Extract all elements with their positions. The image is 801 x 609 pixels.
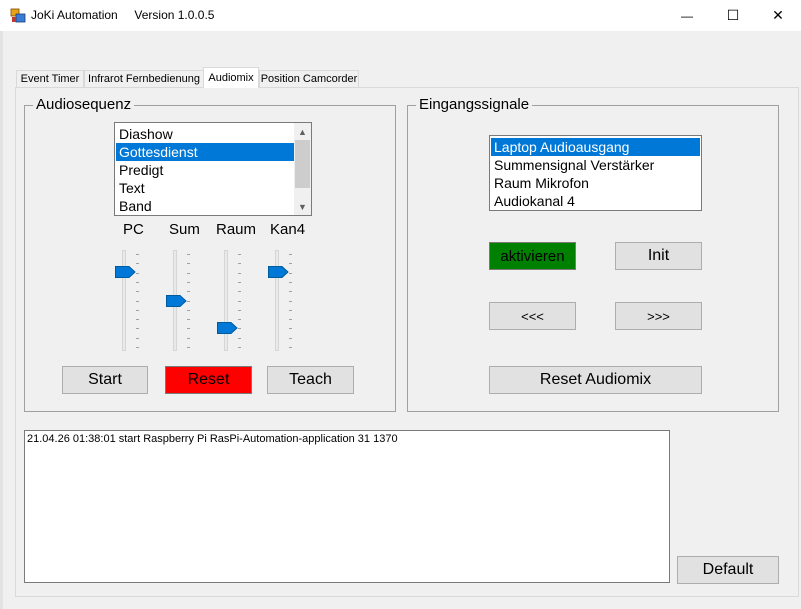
slider-tick: [136, 263, 139, 265]
slider-tick: [238, 254, 241, 255]
slider-tick: [136, 319, 139, 321]
slider-label-pc: PC: [123, 221, 144, 238]
slider-tick: [238, 328, 241, 330]
default-button[interactable]: Default: [677, 556, 779, 584]
slider-tick: [289, 263, 292, 265]
tab-position-camcorder[interactable]: Position Camcorder: [259, 70, 359, 87]
slider-thumb[interactable]: [217, 321, 238, 334]
slider-tick: [187, 300, 190, 302]
slider-tick: [238, 300, 241, 302]
reset-button[interactable]: Reset: [165, 366, 252, 394]
next-button[interactable]: >>>: [615, 302, 702, 330]
slider-tick: [187, 254, 190, 255]
slider-thumb[interactable]: [166, 294, 187, 307]
maximize-icon: ☐: [726, 7, 740, 23]
slider-track: [122, 250, 126, 351]
slider-tick: [289, 328, 292, 330]
slider-label-raum: Raum: [216, 221, 257, 238]
eingangssignale-list-item[interactable]: Raum Mikrofon: [491, 174, 700, 192]
aktivieren-button[interactable]: aktivieren: [489, 242, 576, 270]
eingangssignale-list-item[interactable]: Audiokanal 4: [491, 192, 700, 210]
scroll-up-icon[interactable]: ▲: [294, 123, 311, 140]
eingangssignale-list-item[interactable]: Summensignal Verstärker: [491, 156, 700, 174]
slider-tick: [187, 272, 190, 274]
audiosequenz-list-item[interactable]: Diashow: [116, 125, 294, 143]
slider-tick: [187, 309, 190, 311]
previous-button[interactable]: <<<: [489, 302, 576, 330]
slider-tick: [289, 319, 292, 321]
audiosequenz-list-item[interactable]: Gottesdienst: [116, 143, 294, 161]
eingangssignale-legend: Eingangssignale: [416, 96, 533, 113]
slider-tick: [238, 263, 241, 265]
window-edge: [0, 31, 3, 609]
slider-track: [224, 250, 228, 351]
start-button[interactable]: Start: [62, 366, 148, 394]
app-icon: [10, 8, 26, 23]
slider-tick: [136, 291, 139, 293]
tab-event-timer[interactable]: Event Timer: [16, 70, 84, 87]
close-icon: ✕: [772, 7, 784, 23]
slider-tick: [238, 291, 241, 293]
slider-tick: [289, 272, 292, 274]
slider-tick: [187, 319, 190, 321]
slider-tick: [187, 337, 190, 339]
slider-tick: [187, 291, 190, 293]
audiosequenz-legend: Audiosequenz: [33, 96, 135, 113]
init-button[interactable]: Init: [615, 242, 702, 270]
slider-label-kan4: Kan4: [270, 221, 306, 238]
log-line: 21.04.26 01:38:01 start Raspberry Pi Ras…: [27, 433, 398, 445]
slider-tick: [289, 337, 292, 339]
slider-tick: [289, 254, 292, 255]
slider-tick: [136, 300, 139, 302]
slider-track: [275, 250, 279, 351]
slider-tick: [187, 263, 190, 265]
slider-tick: [136, 309, 139, 311]
slider-tick: [289, 309, 292, 311]
audiosequenz-list-item[interactable]: Text: [116, 179, 294, 197]
slider-tick: [238, 281, 241, 283]
slider-tick: [289, 300, 292, 302]
teach-button[interactable]: Teach: [267, 366, 354, 394]
slider-tick: [238, 319, 241, 321]
scrollbar-thumb[interactable]: [295, 140, 310, 188]
reset-audiomix-button[interactable]: Reset Audiomix: [489, 366, 702, 394]
maximize-button[interactable]: ☐: [710, 0, 756, 31]
slider-thumb[interactable]: [268, 266, 289, 279]
slider-tick: [289, 281, 292, 283]
slider-tick: [187, 328, 190, 330]
minimize-icon: —: [681, 8, 693, 23]
audiosequenz-scrollbar[interactable]: ▲ ▼: [294, 123, 311, 215]
tab-infrarot-fernbedienung[interactable]: Infrarot Fernbedienung: [84, 70, 204, 87]
slider-tick: [289, 347, 292, 348]
log-textbox[interactable]: [24, 430, 670, 583]
window-title: JoKi Automation Version 1.0.0.5: [31, 8, 215, 22]
slider-tick: [238, 337, 241, 339]
slider-tick: [238, 309, 241, 311]
slider-tick: [187, 281, 190, 283]
eingangssignale-list-item[interactable]: Laptop Audioausgang: [491, 138, 700, 156]
audiosequenz-list-item[interactable]: Predigt: [116, 161, 294, 179]
slider-tick: [238, 272, 241, 274]
slider-tick: [136, 328, 139, 330]
slider-tick: [136, 337, 139, 339]
slider-tick: [187, 347, 190, 348]
slider-label-sum: Sum: [169, 221, 200, 238]
tab-audiomix[interactable]: Audiomix: [203, 67, 259, 88]
slider-tick: [136, 281, 139, 283]
close-button[interactable]: ✕: [755, 0, 801, 31]
minimize-button[interactable]: —: [664, 0, 710, 31]
slider-tick: [136, 347, 139, 348]
slider-tick: [238, 347, 241, 348]
audiosequenz-list-item[interactable]: Band: [116, 197, 294, 215]
slider-tick: [136, 272, 139, 274]
eingangssignale-list[interactable]: Laptop Audioausgang Summensignal Verstärk…: [489, 135, 702, 211]
audiosequenz-list[interactable]: Diashow Gottesdienst Predigt Text Band ▲ ▼: [114, 122, 312, 216]
slider-tick: [289, 291, 292, 293]
slider-tick: [136, 254, 139, 255]
scroll-down-icon[interactable]: ▼: [294, 198, 311, 215]
slider-thumb[interactable]: [115, 266, 136, 279]
